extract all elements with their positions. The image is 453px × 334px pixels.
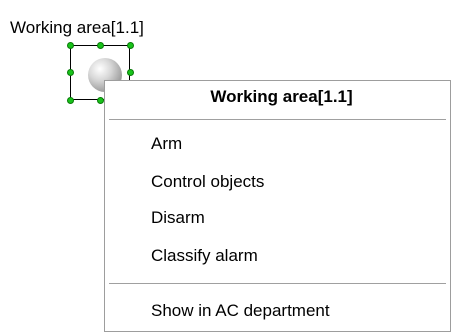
resize-handle-middle-left[interactable] <box>67 69 74 76</box>
menu-item-show-in-ac-department[interactable]: Show in AC department <box>151 301 330 321</box>
resize-handle-bottom-middle[interactable] <box>97 97 104 104</box>
resize-handle-top-left[interactable] <box>67 42 74 49</box>
menu-separator-top <box>109 119 446 121</box>
menu-item-classify-alarm[interactable]: Classify alarm <box>151 246 258 266</box>
menu-separator-bottom <box>109 283 446 285</box>
menu-item-control-objects[interactable]: Control objects <box>151 172 264 192</box>
context-menu: Working area[1.1] Arm Control objects Di… <box>104 80 451 332</box>
resize-handle-top-right[interactable] <box>127 42 134 49</box>
context-menu-header: Working area[1.1] <box>210 87 353 106</box>
object-label: Working area[1.1] <box>10 18 144 37</box>
resize-handle-bottom-left[interactable] <box>67 97 74 104</box>
menu-item-disarm[interactable]: Disarm <box>151 208 205 228</box>
menu-item-arm[interactable]: Arm <box>151 134 182 154</box>
resize-handle-middle-right[interactable] <box>127 69 134 76</box>
resize-handle-top-middle[interactable] <box>97 42 104 49</box>
